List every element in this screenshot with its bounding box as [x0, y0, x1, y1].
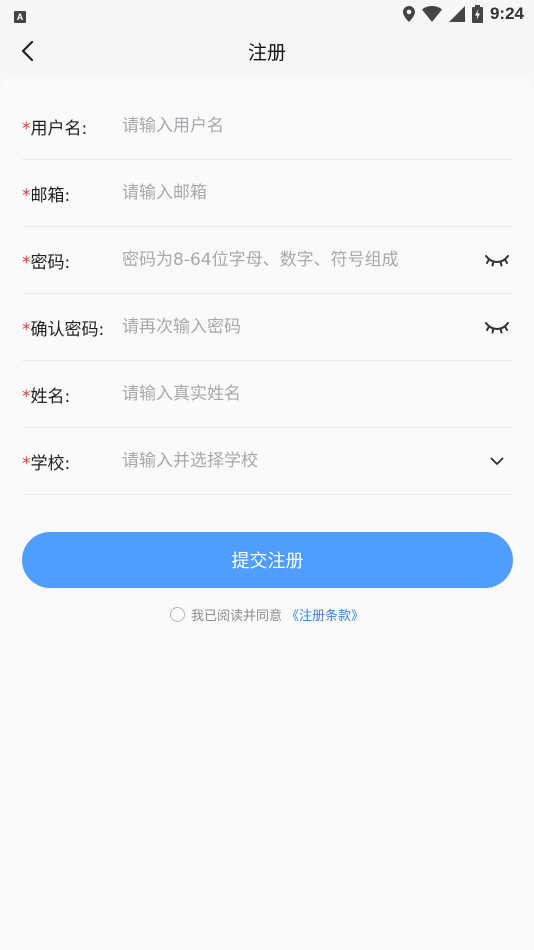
- confirm-password-input[interactable]: [122, 317, 482, 337]
- email-input[interactable]: [122, 183, 512, 203]
- required-mark: *: [22, 453, 31, 474]
- chevron-left-icon: [21, 40, 34, 62]
- required-mark: *: [22, 319, 31, 340]
- chevron-down-icon: [490, 457, 504, 465]
- name-label-text: 姓名:: [30, 386, 71, 407]
- password-row: *密码:: [22, 227, 512, 294]
- username-row: *用户名:: [22, 93, 512, 160]
- confirm-password-row: *确认密码:: [22, 294, 512, 361]
- back-button[interactable]: [12, 36, 42, 66]
- name-row: *姓名:: [22, 361, 512, 428]
- real-name-input[interactable]: [122, 384, 512, 404]
- register-form: *用户名: *邮箱: *密码: *确认密码: *姓名: *学校:: [0, 76, 534, 950]
- required-mark: *: [22, 252, 31, 273]
- submit-register-button[interactable]: 提交注册: [22, 532, 513, 588]
- school-label: *学校:: [22, 449, 122, 474]
- password-input[interactable]: [122, 250, 482, 270]
- agreement-text: 我已阅读并同意: [190, 608, 282, 624]
- eye-closed-icon: [485, 255, 509, 267]
- password-label: *密码:: [22, 248, 122, 273]
- school-label-text: 学校:: [30, 453, 71, 474]
- username-label-text: 用户名:: [30, 118, 88, 139]
- username-label: *用户名:: [22, 114, 122, 139]
- agreement-radio[interactable]: [169, 606, 185, 622]
- wifi-icon: [421, 6, 442, 22]
- terms-link[interactable]: 《注册条款》: [286, 605, 364, 624]
- confirm-password-visibility-toggle[interactable]: [482, 315, 512, 339]
- battery-icon: [471, 5, 483, 23]
- eye-closed-icon: [485, 322, 509, 334]
- required-mark: *: [22, 185, 31, 206]
- agreement-line: 我已阅读并同意 《注册条款》: [0, 604, 534, 624]
- school-row: *学校:: [22, 428, 512, 495]
- page-title: 注册: [247, 41, 286, 64]
- status-right: 9:24: [402, 4, 524, 24]
- status-left: A: [14, 5, 26, 24]
- school-input[interactable]: [122, 451, 482, 471]
- password-visibility-toggle[interactable]: [482, 248, 512, 272]
- school-dropdown-toggle[interactable]: [482, 449, 512, 473]
- confirm-password-label-text: 确认密码:: [30, 319, 105, 340]
- email-label: *邮箱:: [22, 181, 122, 206]
- username-input[interactable]: [122, 116, 512, 136]
- email-label-text: 邮箱:: [30, 185, 71, 206]
- nav-bar: 注册: [0, 28, 534, 74]
- required-mark: *: [22, 118, 31, 139]
- confirm-password-label: *确认密码:: [22, 315, 122, 340]
- status-time: 9:24: [489, 4, 524, 23]
- email-row: *邮箱:: [22, 160, 512, 227]
- required-mark: *: [22, 386, 31, 407]
- status-bar: A 9:24: [0, 0, 534, 28]
- password-label-text: 密码:: [30, 252, 71, 273]
- signal-icon: [448, 6, 465, 22]
- location-icon: [402, 6, 415, 22]
- name-label: *姓名:: [22, 382, 122, 407]
- app-indicator-icon: A: [14, 10, 26, 23]
